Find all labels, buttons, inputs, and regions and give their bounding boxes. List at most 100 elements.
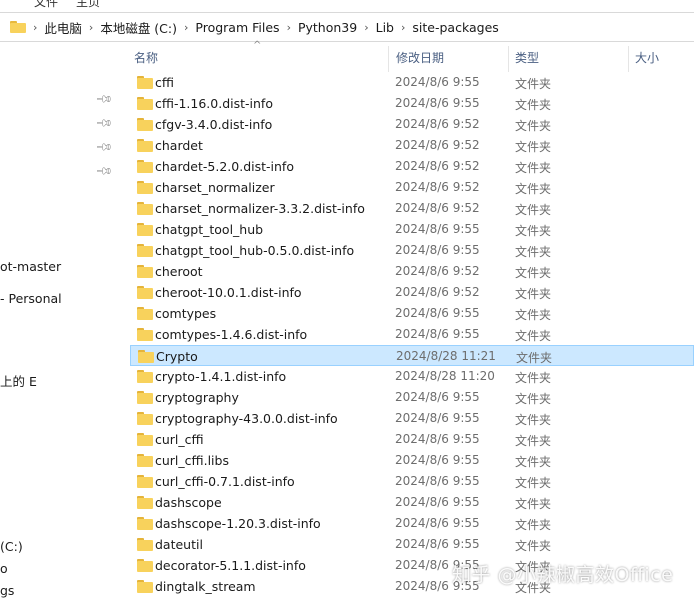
- column-header: ^ 名称 修改日期 类型 大小: [120, 40, 694, 72]
- breadcrumb-program-files[interactable]: Program Files: [195, 20, 279, 35]
- nav-item[interactable]: - Personal: [0, 291, 62, 306]
- file-row[interactable]: crypto-1.4.1.dist-info 2024/8/28 11:20 文件夹: [130, 366, 694, 387]
- file-row[interactable]: curl_cffi 2024/8/6 9:55 文件夹: [130, 429, 694, 450]
- file-name[interactable]: chardet-5.2.0.dist-info: [155, 159, 294, 174]
- chevron-right-icon[interactable]: ›: [33, 21, 37, 34]
- file-date: 2024/8/6 9:52: [395, 138, 480, 152]
- file-name[interactable]: curl_cffi-0.7.1.dist-info: [155, 474, 295, 489]
- folder-icon: [137, 202, 153, 215]
- file-row[interactable]: curl_cffi.libs 2024/8/6 9:55 文件夹: [130, 450, 694, 471]
- file-row[interactable]: Crypto 2024/8/28 11:21 文件夹: [130, 345, 694, 366]
- header-type[interactable]: 类型: [515, 42, 625, 72]
- ribbon-tab-home[interactable]: 主页: [76, 0, 100, 10]
- pin-icon[interactable]: 📌︎: [95, 162, 114, 181]
- file-name[interactable]: chatgpt_tool_hub-0.5.0.dist-info: [155, 243, 354, 258]
- file-name[interactable]: curl_cffi.libs: [155, 453, 229, 468]
- file-row[interactable]: charset_normalizer-3.3.2.dist-info 2024/8…: [130, 198, 694, 219]
- folder-icon: [137, 559, 153, 572]
- file-row[interactable]: comtypes 2024/8/6 9:55 文件夹: [130, 303, 694, 324]
- header-size[interactable]: 大小: [635, 42, 690, 72]
- file-name[interactable]: decorator-5.1.1.dist-info: [155, 558, 306, 573]
- file-name[interactable]: cfgv-3.4.0.dist-info: [155, 117, 272, 132]
- file-name[interactable]: charset_normalizer: [155, 180, 275, 195]
- column-divider[interactable]: [388, 46, 389, 72]
- file-name[interactable]: cryptography: [155, 390, 239, 405]
- file-date: 2024/8/6 9:55: [395, 453, 480, 467]
- file-name[interactable]: dashscope-1.20.3.dist-info: [155, 516, 321, 531]
- file-row[interactable]: cffi-1.16.0.dist-info 2024/8/6 9:55 文件夹: [130, 93, 694, 114]
- file-name[interactable]: chardet: [155, 138, 203, 153]
- nav-item[interactable]: ot-master: [0, 259, 61, 274]
- folder-icon: [137, 265, 153, 278]
- file-row[interactable]: dashscope-1.20.3.dist-info 2024/8/6 9:55 文…: [130, 513, 694, 534]
- chevron-right-icon[interactable]: ›: [364, 21, 368, 34]
- file-name[interactable]: crypto-1.4.1.dist-info: [155, 369, 286, 384]
- file-name[interactable]: dingtalk_stream: [155, 579, 256, 594]
- file-row[interactable]: comtypes-1.4.6.dist-info 2024/8/6 9:55 文件夹: [130, 324, 694, 345]
- file-type: 文件夹: [515, 518, 552, 532]
- file-row[interactable]: dashscope 2024/8/6 9:55 文件夹: [130, 492, 694, 513]
- file-row[interactable]: cffi 2024/8/6 9:55 文件夹: [130, 72, 694, 93]
- file-name[interactable]: dashscope: [155, 495, 222, 510]
- file-date: 2024/8/6 9:55: [395, 327, 480, 341]
- file-row[interactable]: dateutil 2024/8/6 9:55 文件夹: [130, 534, 694, 555]
- file-row[interactable]: chardet-5.2.0.dist-info 2024/8/6 9:52 文件夹: [130, 156, 694, 177]
- file-name[interactable]: comtypes: [155, 306, 216, 321]
- column-divider[interactable]: [628, 46, 629, 72]
- file-name[interactable]: cryptography-43.0.0.dist-info: [155, 411, 338, 426]
- breadcrumb-lib[interactable]: Lib: [376, 20, 394, 35]
- ribbon-tab-file[interactable]: 文件: [34, 0, 58, 10]
- nav-item[interactable]: gs: [0, 583, 14, 598]
- file-row[interactable]: cheroot-10.0.1.dist-info 2024/8/6 9:52 文件夹: [130, 282, 694, 303]
- nav-item[interactable]: (C:): [0, 539, 23, 554]
- file-date: 2024/8/6 9:55: [395, 495, 480, 509]
- file-date: 2024/8/6 9:55: [395, 390, 480, 404]
- file-name[interactable]: chatgpt_tool_hub: [155, 222, 263, 237]
- file-name[interactable]: Crypto: [156, 349, 198, 364]
- file-row[interactable]: chatgpt_tool_hub-0.5.0.dist-info 2024/8/6…: [130, 240, 694, 261]
- file-date: 2024/8/6 9:55: [395, 96, 480, 110]
- file-name[interactable]: curl_cffi: [155, 432, 204, 447]
- file-row[interactable]: chardet 2024/8/6 9:52 文件夹: [130, 135, 694, 156]
- file-name[interactable]: cffi: [155, 75, 174, 90]
- file-row[interactable]: charset_normalizer 2024/8/6 9:52 文件夹: [130, 177, 694, 198]
- file-name[interactable]: cheroot-10.0.1.dist-info: [155, 285, 302, 300]
- file-row[interactable]: cfgv-3.4.0.dist-info 2024/8/6 9:52 文件夹: [130, 114, 694, 135]
- header-name[interactable]: 名称: [134, 42, 384, 72]
- file-row[interactable]: chatgpt_tool_hub 2024/8/6 9:55 文件夹: [130, 219, 694, 240]
- chevron-right-icon[interactable]: ›: [89, 21, 93, 34]
- file-date: 2024/8/6 9:52: [395, 180, 480, 194]
- file-type: 文件夹: [515, 245, 552, 259]
- pin-icon[interactable]: 📌︎: [95, 114, 114, 133]
- file-row[interactable]: cryptography 2024/8/6 9:55 文件夹: [130, 387, 694, 408]
- file-date: 2024/8/6 9:55: [395, 243, 480, 257]
- file-name[interactable]: charset_normalizer-3.3.2.dist-info: [155, 201, 365, 216]
- file-name[interactable]: comtypes-1.4.6.dist-info: [155, 327, 307, 342]
- nav-item[interactable]: 上的 E: [0, 371, 37, 390]
- chevron-right-icon[interactable]: ›: [287, 21, 291, 34]
- file-type: 文件夹: [515, 224, 552, 238]
- chevron-right-icon[interactable]: ›: [184, 21, 188, 34]
- breadcrumb-local-disk[interactable]: 本地磁盘 (C:): [100, 18, 177, 37]
- file-row[interactable]: curl_cffi-0.7.1.dist-info 2024/8/6 9:55 文件…: [130, 471, 694, 492]
- address-bar[interactable]: › 此电脑 › 本地磁盘 (C:) › Program Files › Pyth…: [0, 12, 694, 42]
- file-name[interactable]: cffi-1.16.0.dist-info: [155, 96, 273, 111]
- nav-item[interactable]: o: [0, 561, 8, 576]
- pin-icon[interactable]: 📌︎: [95, 90, 114, 109]
- breadcrumb-python39[interactable]: Python39: [298, 20, 357, 35]
- folder-icon: [137, 475, 153, 488]
- file-row[interactable]: cryptography-43.0.0.dist-info 2024/8/6 9:…: [130, 408, 694, 429]
- file-name[interactable]: dateutil: [155, 537, 203, 552]
- file-date: 2024/8/6 9:55: [395, 306, 480, 320]
- breadcrumb-this-pc[interactable]: 此电脑: [44, 18, 82, 37]
- pin-icon[interactable]: 📌︎: [95, 138, 114, 157]
- file-name[interactable]: cheroot: [155, 264, 203, 279]
- folder-icon: [137, 118, 153, 131]
- breadcrumb-site-packages[interactable]: site-packages: [412, 20, 498, 35]
- column-divider[interactable]: [508, 46, 509, 72]
- file-row[interactable]: cheroot 2024/8/6 9:52 文件夹: [130, 261, 694, 282]
- chevron-right-icon[interactable]: ›: [401, 21, 405, 34]
- folder-icon: [137, 538, 153, 551]
- folder-icon: [137, 223, 153, 236]
- header-date[interactable]: 修改日期: [396, 42, 506, 72]
